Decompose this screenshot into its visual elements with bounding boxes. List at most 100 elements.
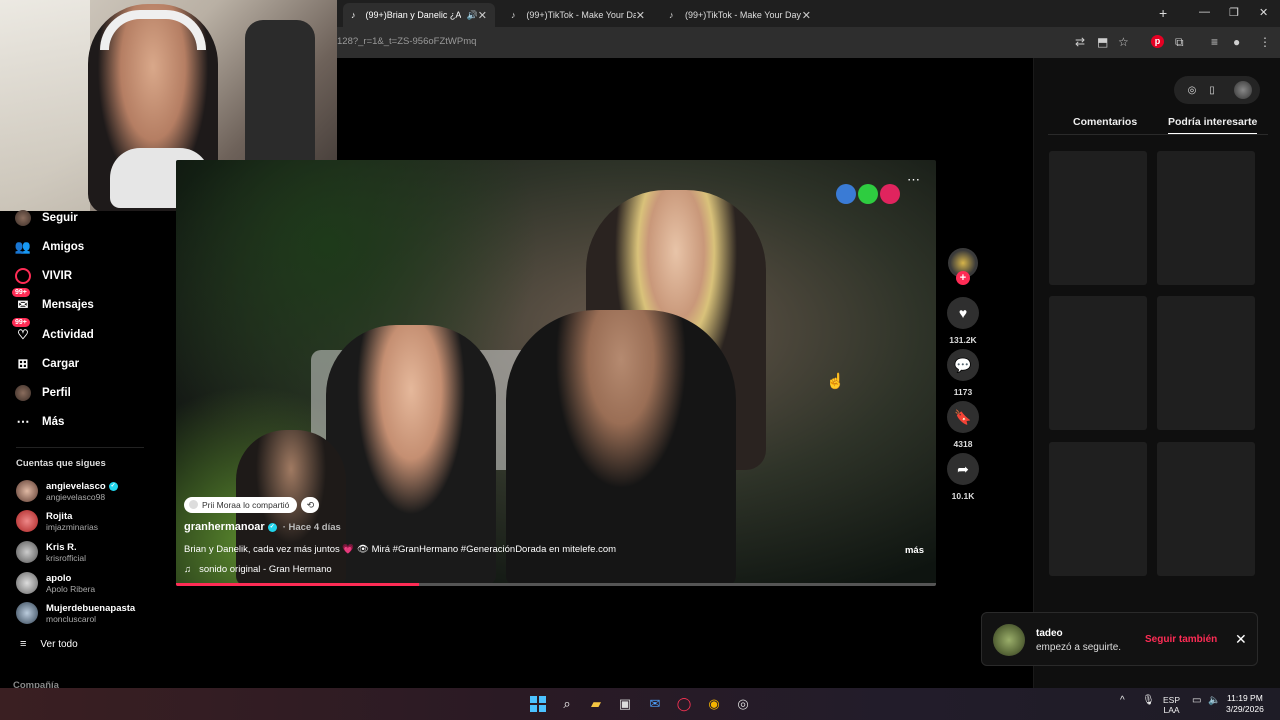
language-indicator[interactable]: ESP LAA (1163, 695, 1180, 715)
tab-title: (99+)TikTok - Make Your Day (526, 10, 636, 20)
sidebar-item-label: Perfil (42, 387, 71, 399)
share-icon[interactable]: ➦ (947, 453, 979, 485)
tab-podria-interesarte[interactable]: Podría interesarte (1168, 116, 1258, 135)
sidebar-item-vivir[interactable]: VIVIR (14, 267, 72, 285)
sidebar-item-seguir[interactable]: Seguir (14, 209, 78, 227)
speaker-icon[interactable]: 🔊 (467, 10, 478, 21)
sidebar-item-cargar[interactable]: ⊞ Cargar (14, 355, 80, 373)
following-name: Kris R. (46, 541, 77, 553)
following-item[interactable]: angievelasco ✓ angievelasco98 (16, 480, 118, 502)
notification-user[interactable]: tadeo (1036, 628, 1063, 639)
store-icon[interactable]: ▣ (617, 696, 633, 712)
volume-icon[interactable]: 🔈 (1208, 695, 1220, 706)
sidebar-item-perfil[interactable]: Perfil (14, 384, 71, 402)
music-note-icon: ♫ (184, 564, 192, 575)
file-explorer-icon[interactable]: ▰ (588, 696, 604, 712)
repost-icon[interactable]: ⟲ (301, 497, 320, 513)
extensions-icon[interactable]: ⧉ (1175, 35, 1184, 50)
sidebar-item-amigos[interactable]: 👥 Amigos (14, 238, 84, 256)
share-action[interactable]: ➦ 10.1K (947, 453, 979, 501)
new-tab-button[interactable]: + (1159, 5, 1167, 21)
comment-icon[interactable]: 💬 (947, 349, 979, 381)
following-name: Rojita (46, 510, 73, 522)
tiktok-icon: ♪ (669, 10, 674, 20)
close-tab-icon[interactable]: ✕ (636, 9, 645, 22)
live-icon (14, 267, 32, 285)
video-options-icon[interactable]: ⋯ (907, 172, 920, 188)
browser-tab[interactable]: ♪ (99+)TikTok - Make Your Day ✕ (503, 3, 653, 27)
sidebar-item-actividad[interactable]: ♡ 99+ Actividad (12, 318, 94, 344)
bookmark-icon[interactable]: 🔖 (947, 401, 979, 433)
tab-divider (1048, 134, 1268, 135)
restore-icon[interactable]: ❐ (1229, 6, 1239, 19)
follow-back-button[interactable]: Seguir también (1145, 634, 1217, 645)
mail-icon[interactable]: ✉ (647, 696, 663, 712)
chrome-icon[interactable]: ◉ (706, 696, 722, 712)
install-app-icon[interactable]: ⬒ (1097, 35, 1108, 49)
panel-top-icons: ◎ ▯ (1174, 76, 1260, 104)
caption-more-button[interactable]: más (905, 545, 924, 556)
sidebar-item-mas[interactable]: ⋯ Más (14, 413, 65, 431)
video-sound[interactable]: ♫ sonido original - Gran Hermano (184, 564, 332, 575)
following-item[interactable]: Kris R. krisrofficial (16, 541, 86, 563)
suggested-video-thumbnail[interactable] (1049, 296, 1147, 430)
media-controls-icon[interactable]: ≡ (1211, 35, 1218, 49)
search-icon[interactable]: ⌕ (559, 696, 575, 712)
taskbar-clock[interactable]: 11:19 PM 3/29/2026 (1226, 693, 1264, 715)
comment-count: 1173 (953, 387, 973, 397)
translate-icon[interactable]: ⇄ (1075, 35, 1085, 49)
sidebar: Seguir 👥 Amigos VIVIR ✉ 99+ Mensajes ♡ 99+… (0, 209, 170, 691)
video-progress-bar[interactable] (176, 583, 936, 586)
right-panel: ◎ ▯ Comentarios Podría interesarte (1033, 58, 1280, 688)
tray-overflow-icon[interactable]: ^ (1120, 695, 1125, 706)
mobile-icon[interactable]: ▯ (1202, 85, 1222, 96)
avatar[interactable] (993, 624, 1025, 656)
close-tab-icon[interactable]: ✕ (478, 9, 487, 22)
following-item[interactable]: Rojita imjazminarias (16, 510, 98, 532)
opera-icon[interactable]: ◯ (676, 696, 692, 712)
url-field[interactable]: 128?_r=1&_t=ZS-956oFZtWPmq (337, 36, 476, 47)
window-close-icon[interactable]: ✕ (1259, 6, 1268, 19)
save-action[interactable]: 🔖 4318 (947, 401, 979, 449)
avatar (16, 480, 38, 502)
sidebar-item-mensajes[interactable]: ✉ 99+ Mensajes (12, 288, 94, 314)
browser-tab[interactable]: ♪ (99+)TikTok - Make Your Day ✕ (661, 3, 819, 27)
like-action[interactable]: ♥ 131.2K (947, 297, 979, 345)
activity-badge: 99+ (12, 318, 30, 327)
profile-icon[interactable]: ● (1233, 35, 1240, 49)
see-all-link[interactable]: ≡ Ver todo (20, 638, 78, 650)
avatar (16, 572, 38, 594)
user-avatar[interactable] (1234, 81, 1252, 99)
obs-icon[interactable]: ◎ (735, 696, 751, 712)
following-item[interactable]: apolo Apolo Ribera (16, 572, 95, 594)
windows-start-icon[interactable] (530, 696, 546, 712)
compass-icon[interactable]: ◎ (1182, 85, 1202, 96)
hand-cursor-icon: ☝ (826, 373, 845, 390)
video-player[interactable]: ⋯ Prii Moraa lo compartió ⟲ granhermanoa… (176, 160, 936, 586)
suggested-video-thumbnail[interactable] (1157, 151, 1255, 285)
following-item[interactable]: Mujerdebuenapasta moncluscarol (16, 602, 135, 624)
tab-comentarios[interactable]: Comentarios (1073, 116, 1137, 128)
suggested-video-thumbnail[interactable] (1049, 151, 1147, 285)
follow-plus-button[interactable]: + (956, 271, 970, 285)
suggested-video-thumbnail[interactable] (1157, 442, 1255, 576)
network-icon[interactable]: ▭ (1192, 695, 1201, 706)
messages-badge: 99+ (12, 288, 30, 297)
bookmark-star-icon[interactable]: ☆ (1118, 35, 1129, 49)
pinterest-icon[interactable]: p (1151, 35, 1164, 48)
save-count: 4318 (953, 439, 973, 449)
comment-action[interactable]: 💬 1173 (947, 349, 979, 397)
minimize-icon[interactable]: — (1199, 6, 1210, 18)
close-icon[interactable]: ✕ (1235, 631, 1247, 648)
following-handle: angievelasco98 (46, 491, 106, 502)
video-author[interactable]: granhermanoar ✓ · Hace 4 días (184, 521, 341, 533)
menu-kebab-icon[interactable]: ⋮ (1259, 35, 1271, 49)
heart-icon[interactable]: ♥ (947, 297, 979, 329)
microphone-icon[interactable]: 🎙 (1142, 695, 1155, 706)
suggested-video-thumbnail[interactable] (1049, 442, 1147, 576)
close-tab-icon[interactable]: ✕ (802, 9, 811, 22)
shared-by-chip[interactable]: Prii Moraa lo compartió ⟲ (184, 497, 320, 513)
browser-tab[interactable]: ♪ (99+)Brian y Danelic ¿Amor 🔊 ✕ (343, 3, 495, 27)
suggested-video-thumbnail[interactable] (1157, 296, 1255, 430)
profile-icon (14, 384, 32, 402)
